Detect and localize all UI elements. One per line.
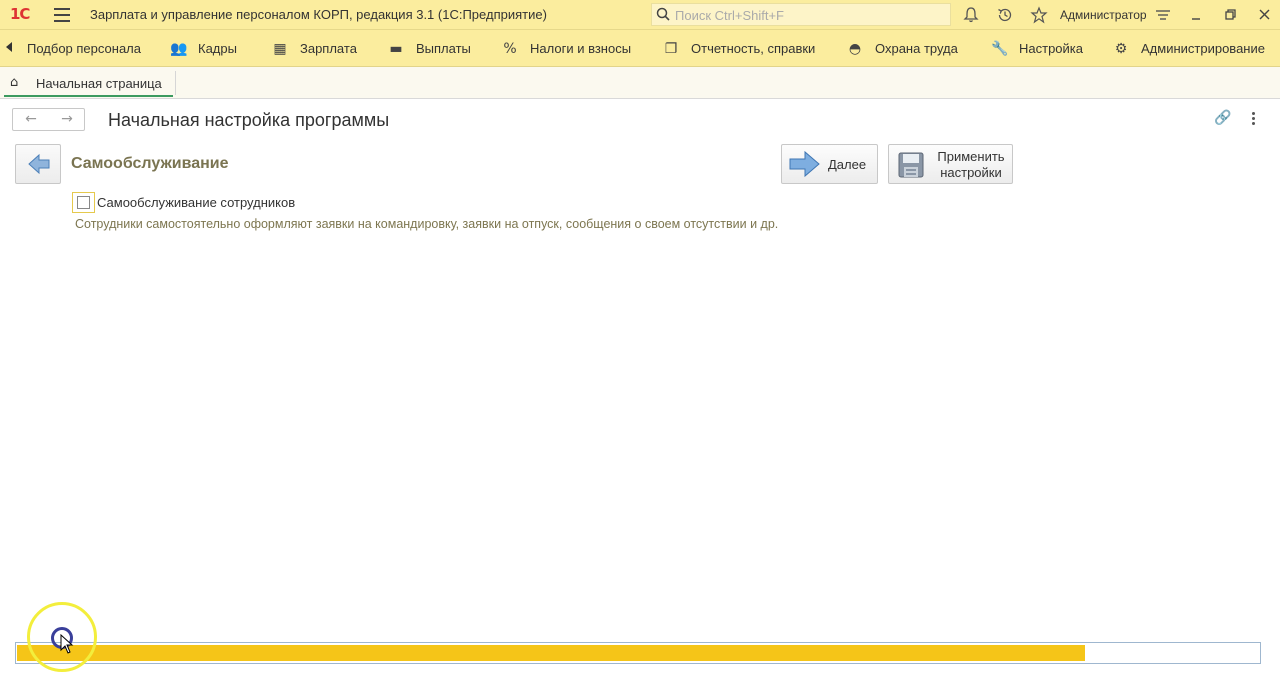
tab-home[interactable]: ⌂ Начальная страница [4,71,173,97]
section-taxes[interactable]: % Налоги и взносы [502,30,631,67]
next-arrow-icon [789,150,820,178]
sections-scroll-left-icon[interactable] [6,42,12,52]
app-title: Зарплата и управление персоналом КОРП, р… [90,7,547,22]
next-button-label: Далее [828,157,867,172]
wallet-icon: ▬ [389,41,403,57]
minimize-icon[interactable] [1188,6,1206,24]
next-button[interactable]: Далее [781,144,878,184]
app-logo: 1С [10,5,30,23]
wrench-icon: 🔧 [991,41,1009,57]
self-service-checkbox[interactable] [72,192,95,213]
save-icon [898,152,924,178]
back-arrow-icon[interactable]: ← [13,109,49,130]
section-payments[interactable]: ▬ Выплаты [388,30,471,67]
people-icon: 👥 [170,41,188,57]
self-service-checkbox-label[interactable]: Самообслуживание сотрудников [97,195,295,210]
section-salary[interactable]: ▦ Зарплата [272,30,357,67]
section-label: Подбор персонала [27,41,141,56]
gear-icon: ⚙ [1114,41,1128,57]
home-icon: ⌂ [10,75,19,90]
section-label: Выплаты [416,41,471,56]
reports-icon: ❐ [664,41,678,57]
search-placeholder: Поиск Ctrl+Shift+F [675,8,784,23]
helmet-icon: ◓ [848,41,862,57]
more-actions-icon[interactable] [1247,110,1259,128]
self-service-hint: Сотрудники самостоятельно оформляют заяв… [75,217,779,231]
calculator-icon: ▦ [273,41,287,57]
main-menu-icon[interactable] [54,8,70,22]
tab-home-label: Начальная страница [36,76,162,91]
section-administration[interactable]: ⚙ Администрирование [1113,30,1265,67]
open-windows-bar: ⌂ Начальная страница [0,67,1280,99]
bell-icon[interactable] [962,6,980,24]
user-name[interactable]: Администратор [1060,8,1147,22]
section-label: Зарплата [300,41,357,56]
forward-arrow-icon[interactable]: → [49,109,85,130]
section-label: Администрирование [1141,41,1265,56]
section-setup[interactable]: 🔧 Настройка [991,30,1083,67]
section-recruitment[interactable]: Подбор персонала [27,30,141,67]
settings-icon[interactable] [1154,6,1172,24]
section-title: Самообслуживание [71,155,229,172]
percent-icon: % [503,41,517,57]
search-icon [656,7,670,21]
star-icon[interactable] [1030,6,1048,24]
page-title: Начальная настройка программы [108,110,390,130]
checkbox-box [77,196,90,209]
restore-icon[interactable] [1222,6,1240,24]
section-reports[interactable]: ❐ Отчетность, справки [663,30,816,67]
link-icon[interactable]: 🔗 [1214,110,1232,128]
section-personnel[interactable]: 👥 Кадры [170,30,237,67]
section-label: Охрана труда [875,41,958,56]
back-button[interactable] [15,144,61,184]
progress-fill [17,645,1085,661]
close-icon[interactable] [1256,6,1274,24]
progress-bar [15,642,1261,664]
section-label: Настройка [1019,41,1083,56]
section-labor-safety[interactable]: ◓ Охрана труда [847,30,958,67]
history-icon[interactable] [996,6,1014,24]
apply-settings-button[interactable]: Применить настройки [888,144,1013,184]
tab-divider [175,71,176,95]
search-input[interactable]: Поиск Ctrl+Shift+F [651,3,951,26]
section-label: Налоги и взносы [530,41,632,56]
sections-bar: Подбор персонала 👥 Кадры ▦ Зарплата ▬ Выпла… [0,30,1280,67]
history-navigation: ← → [12,108,85,131]
mouse-cursor-icon [60,634,74,654]
apply-settings-label: Применить настройки [937,149,1005,180]
back-arrow-icon [28,153,50,175]
section-label: Отчетность, справки [691,41,816,56]
title-bar: 1С Зарплата и управление персоналом КОРП… [0,0,1280,30]
section-label: Кадры [198,41,237,56]
